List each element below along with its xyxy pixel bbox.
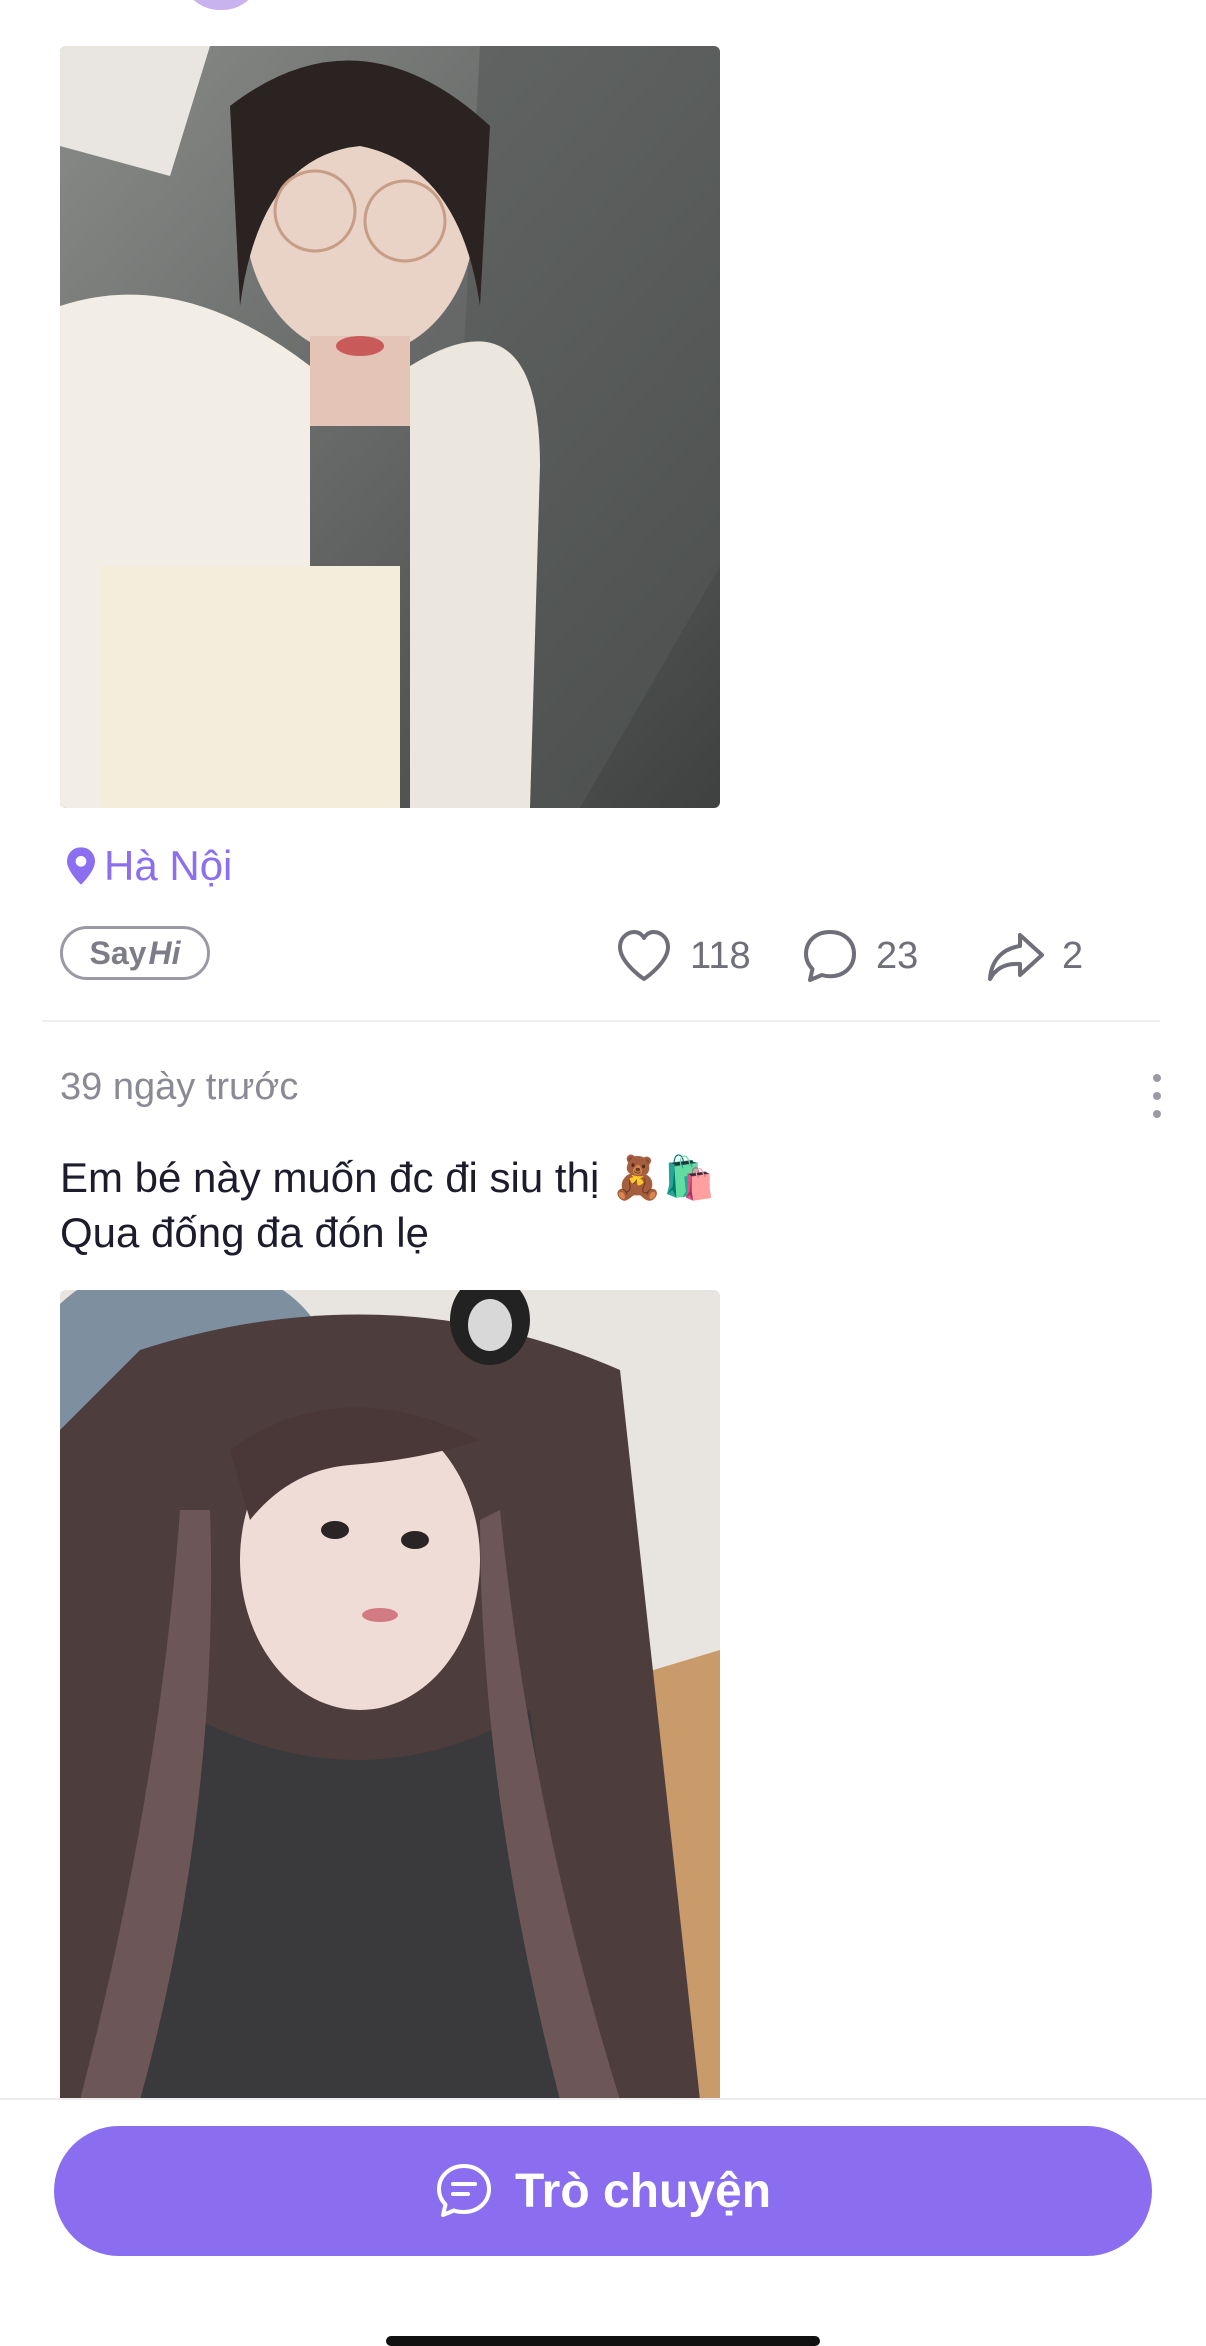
dot-icon — [1153, 1092, 1161, 1100]
say-hi-button[interactable]: Say Hi — [60, 926, 210, 980]
chat-bubble-icon — [436, 2164, 491, 2217]
post-photo[interactable] — [60, 46, 720, 808]
share-count: 2 — [1062, 934, 1084, 977]
photo-image — [60, 46, 720, 808]
post-photo[interactable] — [60, 1290, 720, 2100]
share-button[interactable]: 2 — [986, 924, 1083, 988]
like-button[interactable]: 118 — [614, 924, 751, 988]
bottom-action-bar: Trò chuyện — [0, 2098, 1206, 2346]
more-options-button[interactable] — [1144, 1074, 1170, 1118]
comment-button[interactable]: 23 — [800, 924, 918, 988]
caption-line: Qua đống đa đón lẹ — [60, 1209, 429, 1256]
comment-count: 23 — [876, 934, 919, 977]
chat-button-label: Trò chuyện — [514, 2164, 772, 2218]
home-indicator — [386, 2336, 820, 2346]
heart-icon — [618, 930, 670, 981]
post-caption: Em bé này muốn đc đi siu thị 🧸🛍️ Qua đốn… — [60, 1150, 1060, 1260]
photo-image — [60, 1290, 720, 2100]
location-label[interactable]: Hà Nội — [64, 838, 232, 894]
chat-button[interactable]: Trò chuyện — [54, 2126, 1152, 2256]
share-icon — [988, 933, 1044, 981]
location-text: Hà Nội — [104, 842, 233, 889]
comment-icon — [804, 930, 856, 982]
dot-icon — [1153, 1110, 1161, 1118]
say-hi-hi: Hi — [148, 934, 181, 971]
post-divider — [42, 1020, 1160, 1022]
caption-line: Em bé này muốn đc đi siu thị 🧸🛍️ — [60, 1154, 716, 1201]
dot-icon — [1153, 1074, 1161, 1082]
location-pin-icon — [67, 847, 95, 885]
post-timestamp: 39 ngày trước — [60, 1066, 299, 1108]
say-hi-say: Say — [89, 934, 147, 971]
avatar[interactable] — [180, 0, 262, 10]
like-count: 118 — [690, 934, 751, 977]
